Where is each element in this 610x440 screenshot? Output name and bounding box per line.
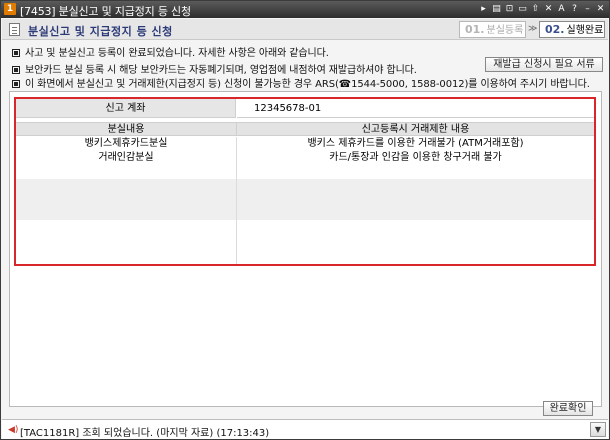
app-window: 1 [7453] 분실신고 및 지급정지 등 신청 ▸ ▤ ⊡ ▭ ⇧ ✕ A …	[0, 0, 610, 440]
bullet-icon	[12, 80, 20, 88]
expand-arrow-icon[interactable]: ▸	[478, 4, 489, 15]
step-arrow-icon: ≫	[528, 24, 538, 34]
title-bar[interactable]: 1 [7453] 분실신고 및 지급정지 등 신청 ▸ ▤ ⊡ ▭ ⇧ ✕ A …	[1, 1, 609, 18]
help-icon[interactable]: ?	[569, 4, 580, 15]
step-1-label: 분실등록	[486, 25, 524, 36]
info-line-1: 사고 및 분실신고 등록이 완료되었습니다. 자세한 사항은 아래와 같습니다.	[12, 44, 329, 59]
status-message: [TAC1181R] 조회 되었습니다. (마지막 자료) (17:13:43)	[20, 428, 270, 439]
close-icon[interactable]: ✕	[595, 4, 606, 15]
complete-confirm-button[interactable]: 완료확인	[543, 401, 593, 416]
screen-menu-icon[interactable]: ▤	[491, 4, 502, 15]
pin-icon[interactable]: ⇧	[530, 4, 541, 15]
status-bar: ◀) [TAC1181R] 조회 되었습니다. (마지막 자료) (17:13:…	[2, 419, 608, 439]
bullet-icon	[12, 49, 20, 57]
minimize-icon[interactable]: –	[582, 4, 593, 15]
info-text: 이 화면에서 분실신고 및 거래제한(지급정지 등) 신청이 불가능한 경우 A…	[25, 79, 590, 90]
font-size-icon[interactable]: A	[556, 4, 567, 15]
status-dropdown-button[interactable]: ▼	[590, 422, 606, 437]
window-controls: ▸ ▤ ⊡ ▭ ⇧ ✕ A ? – ✕	[478, 2, 606, 17]
step-2-label: 실행완료	[566, 25, 604, 36]
step-1-indicator: 01. 분실등록	[459, 21, 526, 38]
tools-icon[interactable]: ✕	[543, 4, 554, 15]
link-window-icon[interactable]: ⊡	[504, 4, 515, 15]
info-line-3: 이 화면에서 분실신고 및 거래제한(지급정지 등) 신청이 불가능한 경우 A…	[12, 75, 590, 90]
step-2-number: 02.	[545, 23, 565, 36]
print-icon[interactable]: ▭	[517, 4, 528, 15]
step-1-number: 01.	[465, 23, 485, 36]
screen-header: 분실신고 및 지급정지 등 신청 01. 분실등록 ≫ 02. 실행완료	[2, 19, 608, 40]
step-2-indicator: 02. 실행완료	[539, 21, 605, 38]
info-line-2: 보안카드 분실 등록 시 해당 보안카드는 자동폐기되며, 영업점에 내점하여 …	[12, 61, 417, 76]
speaker-icon: ◀)	[8, 425, 19, 435]
window-number-badge: 1	[4, 3, 16, 15]
bullet-icon	[12, 66, 20, 74]
highlight-frame	[14, 97, 596, 266]
window-title: [7453] 분실신고 및 지급정지 등 신청	[20, 5, 191, 18]
reissue-documents-button[interactable]: 재발급 신청시 필요 서류	[485, 57, 603, 72]
screen-title: 분실신고 및 지급정지 등 신청	[28, 25, 173, 38]
info-text: 사고 및 분실신고 등록이 완료되었습니다. 자세한 사항은 아래와 같습니다.	[25, 48, 329, 59]
document-icon	[9, 23, 20, 36]
